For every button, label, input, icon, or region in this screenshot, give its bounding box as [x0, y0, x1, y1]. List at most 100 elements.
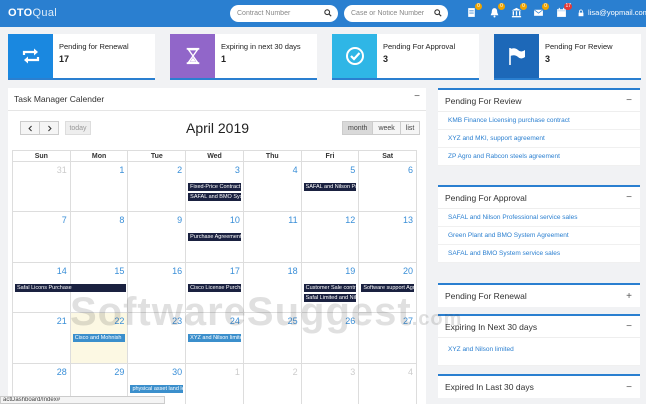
prev-month-button[interactable]	[20, 121, 40, 135]
list-item[interactable]: XYZ and MKI, support agreement	[438, 130, 640, 148]
calendar-day-cell[interactable]: 16	[128, 262, 187, 313]
calendar-day-cell[interactable]: 21	[13, 313, 71, 363]
panel-header[interactable]: Expired In Last 30 days −	[438, 376, 640, 398]
day-number[interactable]: 9	[177, 215, 182, 225]
day-number[interactable]: 14	[57, 266, 67, 276]
day-number[interactable]: 19	[345, 266, 355, 276]
day-number[interactable]: 25	[288, 316, 298, 326]
day-number[interactable]: 10	[230, 215, 240, 225]
day-number[interactable]: 28	[57, 367, 67, 377]
calendar-day-cell[interactable]: 5 SAFAL and Nilson Prof	[302, 162, 360, 212]
day-number[interactable]: 4	[293, 165, 298, 175]
day-number[interactable]: 23	[172, 316, 182, 326]
list-item[interactable]: ZP Agro and Rabcon steels agreement	[438, 148, 640, 166]
calendar-day-cell[interactable]: 4	[244, 162, 302, 212]
list-item[interactable]: SAFAL and BMO System service sales	[438, 245, 640, 263]
day-number[interactable]: 11	[288, 215, 297, 225]
card-pending-review[interactable]: Pending For Review 3	[494, 34, 641, 80]
calendar-day-cell[interactable]: 2	[244, 363, 302, 404]
view-week-button[interactable]: week	[372, 121, 401, 135]
list-item[interactable]: KMB Finance Licensing purchase contract	[438, 112, 640, 130]
day-number[interactable]: 16	[172, 266, 182, 276]
calendar-event[interactable]: Cisco License Purchas	[188, 283, 241, 292]
calendar-day-cell[interactable]: 23	[128, 313, 187, 363]
calendar-day-cell[interactable]: 1	[71, 162, 129, 212]
day-number[interactable]: 17	[230, 266, 240, 276]
day-number[interactable]: 30	[172, 367, 182, 377]
calendar-event[interactable]: Cisco and Mohnish	[72, 334, 126, 343]
day-number[interactable]: 15	[114, 266, 124, 276]
day-number[interactable]: 26	[345, 316, 355, 326]
day-number[interactable]: 7	[62, 215, 67, 225]
calendar-icon[interactable]: 17	[556, 3, 572, 18]
calendar-event[interactable]: physical asset land lea	[130, 384, 184, 393]
calendar-day-cell[interactable]: 13	[359, 212, 416, 261]
panel-header[interactable]: Pending For Renewal +	[438, 285, 640, 307]
contract-number-input[interactable]	[237, 10, 321, 17]
calendar-event[interactable]: Safal Limited and Nils	[303, 293, 357, 302]
day-number[interactable]: 5	[350, 165, 355, 175]
calendar-day-cell[interactable]: 27	[359, 313, 416, 362]
list-item[interactable]: SAFAL and Nilson Professional service sa…	[438, 209, 640, 227]
calendar-day-cell[interactable]: 7	[13, 212, 71, 262]
collapse-panel-button[interactable]: −	[414, 91, 420, 102]
calendar-event[interactable]: Software support Agre	[361, 283, 415, 292]
collapse-icon[interactable]: −	[626, 321, 632, 332]
day-number[interactable]: 31	[57, 165, 67, 175]
day-number[interactable]: 8	[119, 215, 124, 225]
calendar-event[interactable]: SAFAL and BMO Syste	[188, 193, 241, 201]
day-number[interactable]: 21	[57, 316, 67, 326]
calendar-event[interactable]: Purchase Agreement	[188, 233, 241, 242]
collapse-icon[interactable]: −	[626, 382, 632, 393]
calendar-day-cell[interactable]: 3 Fixed-Price Contract SAFAL and BMO Syste	[186, 162, 244, 212]
list-item[interactable]: Green Plant and BMO System Agreement	[438, 227, 640, 245]
day-number[interactable]: 6	[408, 165, 413, 175]
search-icon[interactable]	[324, 9, 332, 17]
card-pending-approval[interactable]: Pending For Approval 3	[332, 34, 479, 80]
day-number[interactable]: 12	[345, 215, 355, 225]
day-number[interactable]: 13	[403, 215, 413, 225]
search-icon[interactable]	[434, 9, 442, 17]
day-number[interactable]: 1	[235, 367, 240, 377]
day-number[interactable]: 2	[177, 165, 182, 175]
bell-icon[interactable]: 0	[489, 3, 505, 18]
day-number[interactable]: 27	[403, 316, 413, 326]
calendar-day-cell[interactable]: 15	[71, 262, 129, 313]
calendar-day-cell[interactable]: 24 XYZ and Nilson limited	[186, 313, 244, 363]
calendar-event[interactable]: Fixed-Price Contract	[188, 183, 241, 191]
panel-header[interactable]: Pending For Approval −	[438, 187, 640, 209]
view-list-button[interactable]: list	[399, 121, 421, 135]
case-number-input[interactable]	[351, 10, 435, 17]
panel-header[interactable]: Pending For Review −	[438, 90, 640, 112]
calendar-day-cell[interactable]: 2	[128, 162, 187, 212]
document-icon[interactable]: 0	[466, 3, 482, 18]
day-number[interactable]: 1	[119, 165, 124, 175]
card-pending-renewal[interactable]: Pending for Renewal 17	[8, 34, 155, 80]
calendar-day-cell[interactable]: 12	[302, 212, 360, 262]
collapse-icon[interactable]: −	[626, 95, 632, 106]
calendar-day-cell[interactable]: 31	[13, 162, 71, 212]
day-number[interactable]: 29	[114, 367, 124, 377]
list-item[interactable]: XYZ and Nilson limited	[438, 338, 640, 366]
calendar-day-cell[interactable]: 22 Cisco and Mohnish	[70, 313, 129, 363]
calendar-event[interactable]: XYZ and Nilson limited	[188, 334, 241, 343]
calendar-day-cell[interactable]: 18	[244, 262, 302, 313]
calendar-day-cell[interactable]: 20 Software support Agre	[359, 263, 416, 312]
app-logo[interactable]: OTOQual	[8, 7, 57, 19]
calendar-day-cell[interactable]: 9	[128, 212, 187, 262]
calendar-day-cell[interactable]: 17 Cisco License Purchas	[186, 262, 244, 313]
day-number[interactable]: 4	[408, 367, 413, 377]
user-menu[interactable]: lisa@yopmail.com	[577, 8, 646, 17]
panel-header[interactable]: Expiring In Next 30 days −	[438, 316, 640, 338]
day-number[interactable]: 2	[293, 367, 298, 377]
calendar-day-cell[interactable]: 25	[244, 313, 302, 363]
day-number[interactable]: 22	[114, 316, 124, 326]
calendar-day-cell[interactable]: 19 Customer Sale contrac Safal Limited and…	[302, 262, 360, 313]
calendar-day-cell[interactable]: 26	[302, 313, 360, 363]
calendar-day-cell[interactable]: 4	[359, 364, 416, 404]
envelope-icon[interactable]: 0	[533, 3, 549, 18]
day-number[interactable]: 20	[403, 266, 413, 276]
calendar-day-cell[interactable]: 11	[244, 212, 302, 262]
collapse-icon[interactable]: −	[626, 192, 632, 203]
day-number[interactable]: 3	[235, 165, 240, 175]
